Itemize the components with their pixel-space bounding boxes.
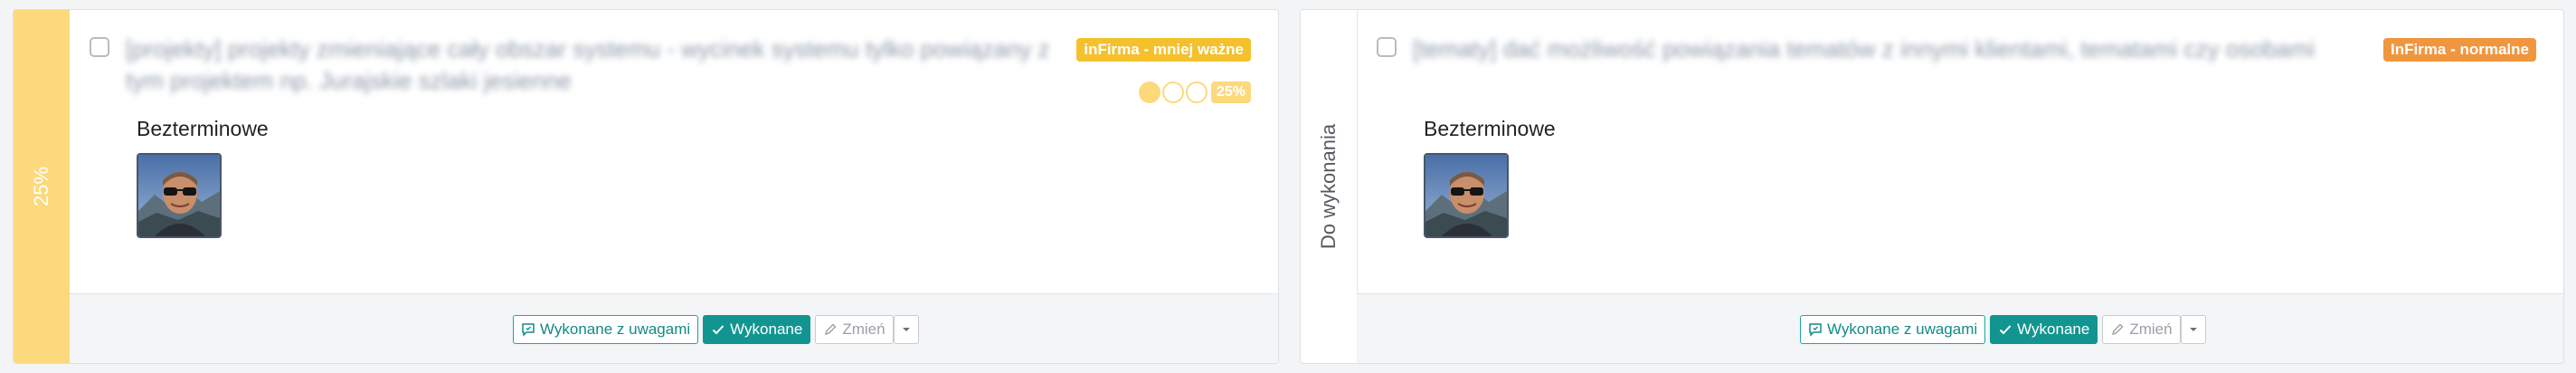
done-with-notes-button[interactable]: Wykonane z uwagami — [1800, 315, 1986, 344]
progress-dot-empty — [1185, 81, 1208, 103]
deadline-label: Bezterminowe — [1424, 117, 1556, 140]
status-sidebar: Do wykonania — [1301, 10, 1358, 363]
more-actions-dropdown[interactable] — [893, 315, 919, 344]
change-label: Zmień — [842, 320, 886, 338]
done-with-notes-label: Wykonane z uwagami — [540, 320, 691, 338]
done-with-notes-label: Wykonane z uwagami — [1827, 320, 1978, 338]
progress-sidebar-label: 25% — [29, 166, 52, 207]
pencil-icon — [2110, 322, 2125, 337]
done-button[interactable]: Wykonane — [1990, 315, 2098, 344]
done-label: Wykonane — [2017, 320, 2090, 338]
priority-badge: InFirma - normalne — [2382, 38, 2536, 62]
task-checkbox[interactable] — [1377, 37, 1397, 57]
progress-dot-empty — [1161, 81, 1184, 103]
task-actions-bar: Wykonane z uwagami Wykonane Zmień — [1357, 293, 2563, 363]
change-button[interactable]: Zmień — [815, 315, 894, 344]
comment-icon — [521, 322, 535, 337]
done-with-notes-button[interactable]: Wykonane z uwagami — [513, 315, 699, 344]
caret-down-icon — [902, 325, 911, 334]
task-action-buttons: Wykonane z uwagami Wykonane Zmień — [513, 315, 919, 344]
task-content: [projekty] projekty zmieniające cały obs… — [70, 10, 1278, 296]
done-button[interactable]: Wykonane — [703, 315, 811, 344]
caret-down-icon — [2189, 325, 2198, 334]
task-title[interactable]: [projekty] projekty zmieniające cały obs… — [126, 33, 1066, 97]
check-icon — [711, 322, 725, 337]
deadline-label: Bezterminowe — [137, 117, 269, 140]
progress-dot-filled — [1138, 81, 1160, 103]
progress-sidebar: 25% — [14, 10, 70, 363]
avatar[interactable] — [1424, 153, 1509, 238]
check-icon — [1998, 322, 2012, 337]
avatar[interactable] — [137, 153, 222, 238]
change-label: Zmień — [2129, 320, 2173, 338]
task-title[interactable]: [tematy] dać możliwość powiązania temató… — [1413, 33, 2372, 65]
more-actions-dropdown[interactable] — [2180, 315, 2206, 344]
task-content: [tematy] dać możliwość powiązania temató… — [1357, 10, 2563, 296]
task-checkbox[interactable] — [90, 37, 109, 57]
comment-icon — [1808, 322, 1823, 337]
task-card: 25% [projekty] projekty zmieniające cały… — [13, 9, 1279, 364]
avatar-photo — [138, 155, 220, 236]
pencil-icon — [823, 322, 838, 337]
progress-percent-badge: 25% — [1210, 81, 1251, 103]
priority-badge: inFirma - mniej ważne — [1076, 38, 1251, 62]
progress-indicator: 25% — [1138, 80, 1251, 105]
status-sidebar-label: Do wykonania — [1317, 123, 1340, 250]
task-action-buttons: Wykonane z uwagami Wykonane Zmień — [1800, 315, 2206, 344]
avatar-photo — [1425, 155, 1507, 236]
task-card: Do wykonania [tematy] dać możliwość powi… — [1300, 9, 2564, 364]
done-label: Wykonane — [730, 320, 803, 338]
task-actions-bar: Wykonane z uwagami Wykonane Zmień — [70, 293, 1278, 363]
change-button[interactable]: Zmień — [2102, 315, 2181, 344]
